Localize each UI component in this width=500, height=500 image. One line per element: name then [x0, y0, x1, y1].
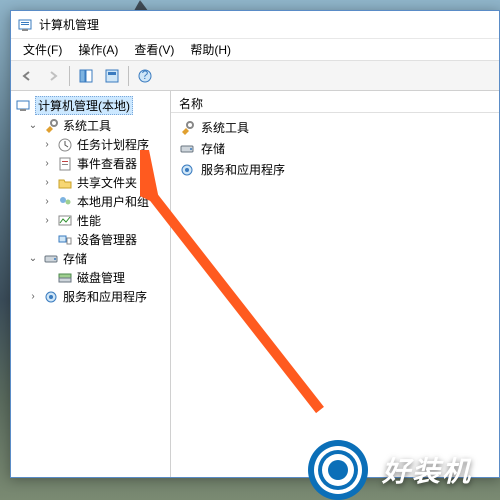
menu-action[interactable]: 操作(A)	[70, 39, 126, 60]
help-button[interactable]: ?	[133, 64, 157, 88]
content-list: 系统工具 存储 服务和应用程序	[171, 113, 499, 184]
tree-storage[interactable]: ⌄ 存储	[13, 249, 168, 268]
app-icon	[17, 17, 33, 33]
device-manager-icon	[57, 232, 73, 248]
shared-folder-icon	[57, 175, 73, 191]
tree-label: 性能	[77, 212, 101, 229]
toolbar-separator	[69, 66, 70, 86]
item-label: 系统工具	[201, 119, 249, 136]
tree-pane[interactable]: 计算机管理(本地) ⌄ 系统工具 › 任务计划程序 › 事件查看器 › 共享文件	[11, 91, 171, 477]
computer-management-window: 计算机管理 文件(F) 操作(A) 查看(V) 帮助(H) ? 计算机管理(本地…	[10, 10, 500, 478]
tools-icon	[179, 120, 195, 136]
watermark-logo	[314, 446, 362, 494]
body-split: 计算机管理(本地) ⌄ 系统工具 › 任务计划程序 › 事件查看器 › 共享文件	[11, 91, 499, 477]
tree-system-tools[interactable]: ⌄ 系统工具	[13, 116, 168, 135]
titlebar[interactable]: 计算机管理	[11, 11, 499, 39]
chevron-right-icon[interactable]: ›	[27, 291, 39, 302]
tree-services-apps[interactable]: › 服务和应用程序	[13, 287, 168, 306]
performance-icon	[57, 213, 73, 229]
chevron-right-icon[interactable]: ›	[41, 158, 53, 169]
chevron-right-icon[interactable]: ›	[41, 177, 53, 188]
tree-label: 存储	[63, 250, 87, 267]
tree-root[interactable]: 计算机管理(本地)	[13, 95, 168, 116]
menu-file[interactable]: 文件(F)	[15, 39, 70, 60]
list-item[interactable]: 系统工具	[177, 117, 493, 138]
tree-label: 事件查看器	[77, 155, 137, 172]
storage-icon	[179, 141, 195, 157]
column-header-name[interactable]: 名称	[171, 91, 499, 113]
tree-label: 设备管理器	[77, 231, 137, 248]
tree-label: 共享文件夹	[77, 174, 137, 191]
list-item[interactable]: 服务和应用程序	[177, 159, 493, 180]
disk-icon	[57, 270, 73, 286]
properties-button[interactable]	[100, 64, 124, 88]
chevron-right-icon[interactable]: ›	[41, 139, 53, 150]
list-item[interactable]: 存储	[177, 138, 493, 159]
menu-bar: 文件(F) 操作(A) 查看(V) 帮助(H)	[11, 39, 499, 61]
tree-root-label: 计算机管理(本地)	[35, 96, 133, 115]
chevron-right-icon[interactable]: ›	[41, 196, 53, 207]
item-label: 存储	[201, 140, 225, 157]
tree-performance[interactable]: › 性能	[13, 211, 168, 230]
content-pane: 名称 系统工具 存储 服务和应用程序	[171, 91, 499, 477]
window-title: 计算机管理	[39, 16, 99, 33]
users-icon	[57, 194, 73, 210]
storage-icon	[43, 251, 59, 267]
chevron-down-icon[interactable]: ⌄	[27, 253, 39, 264]
forward-button[interactable]	[41, 64, 65, 88]
chevron-right-icon[interactable]: ›	[41, 215, 53, 226]
tree-label: 服务和应用程序	[63, 288, 147, 305]
services-icon	[43, 289, 59, 305]
event-icon	[57, 156, 73, 172]
services-icon	[179, 162, 195, 178]
menu-help[interactable]: 帮助(H)	[182, 39, 239, 60]
toolbar-separator	[128, 66, 129, 86]
tree-shared-folders[interactable]: › 共享文件夹	[13, 173, 168, 192]
tree-label: 磁盘管理	[77, 269, 125, 286]
chevron-down-icon[interactable]: ⌄	[27, 120, 39, 131]
item-label: 服务和应用程序	[201, 161, 285, 178]
computer-icon	[15, 98, 31, 114]
clock-icon	[57, 137, 73, 153]
tree-label: 系统工具	[63, 117, 111, 134]
tree-event-viewer[interactable]: › 事件查看器	[13, 154, 168, 173]
back-button[interactable]	[15, 64, 39, 88]
tree-label: 本地用户和组	[77, 193, 149, 210]
watermark-text: 好装机	[382, 450, 472, 490]
tree-local-users[interactable]: › 本地用户和组	[13, 192, 168, 211]
svg-text:?: ?	[142, 68, 149, 82]
menu-view[interactable]: 查看(V)	[126, 39, 182, 60]
show-hide-tree-button[interactable]	[74, 64, 98, 88]
tree-label: 任务计划程序	[77, 136, 149, 153]
tree-disk-mgmt[interactable]: 磁盘管理	[13, 268, 168, 287]
tree-task-scheduler[interactable]: › 任务计划程序	[13, 135, 168, 154]
toolbar: ?	[11, 61, 499, 91]
tools-icon	[43, 118, 59, 134]
tree-device-manager[interactable]: 设备管理器	[13, 230, 168, 249]
